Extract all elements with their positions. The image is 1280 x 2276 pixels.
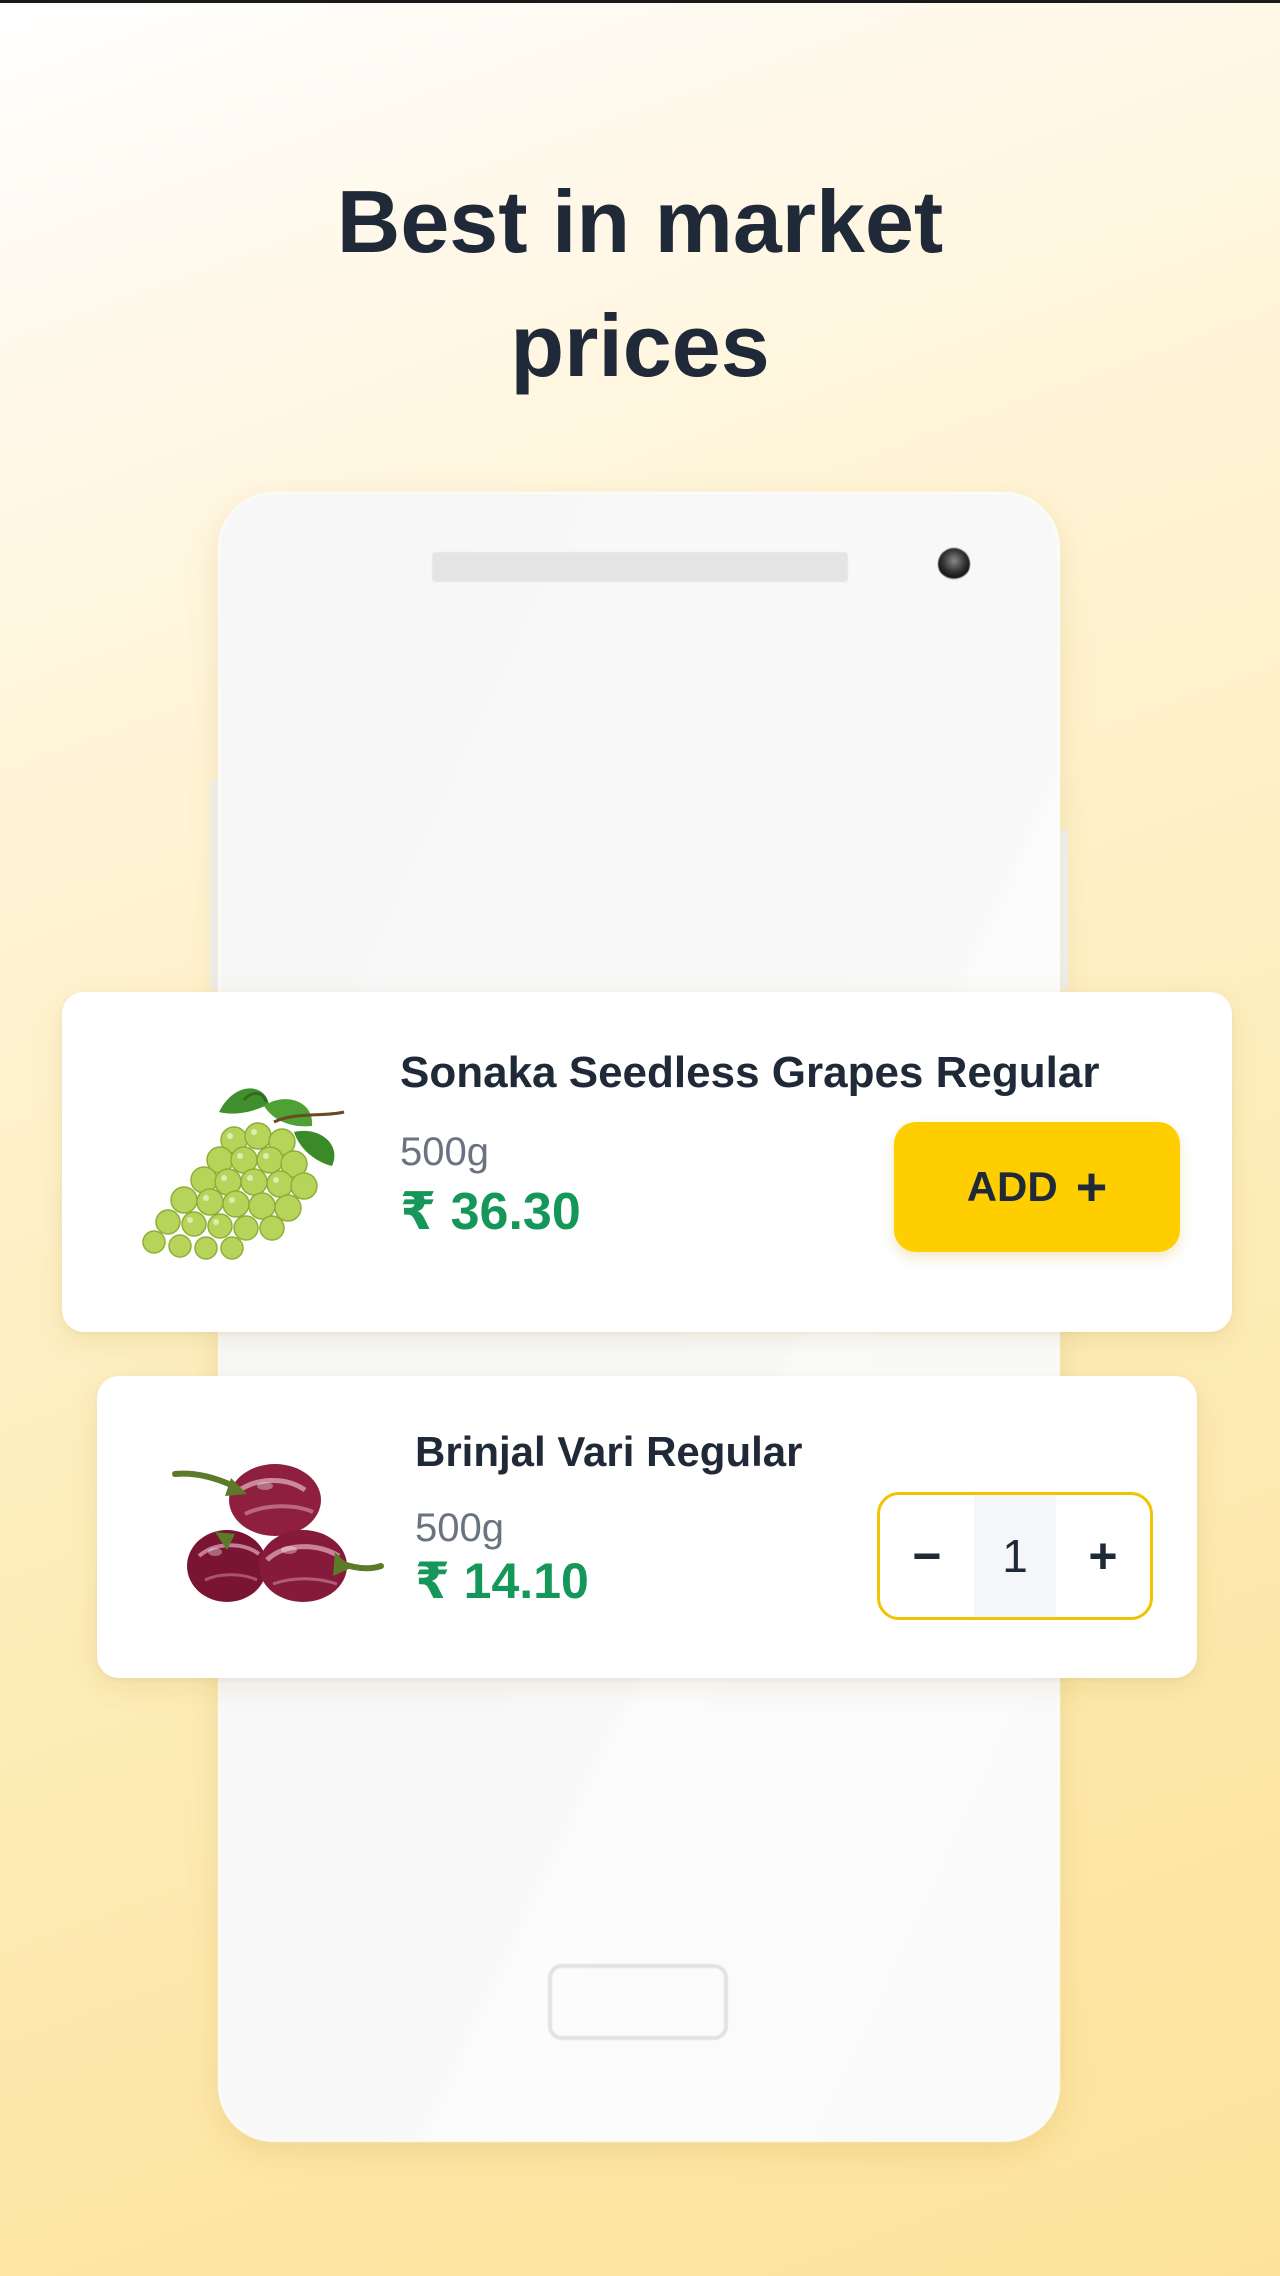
page-headline: Best in market prices <box>0 160 1280 408</box>
product-card-brinjal: Brinjal Vari Regular 500g ₹ 14.10 − 1 + <box>97 1376 1197 1678</box>
product-price: ₹ 14.10 <box>415 1553 589 1609</box>
plus-icon: + <box>1075 1157 1108 1217</box>
quantity-value: 1 <box>974 1495 1056 1617</box>
phone-home-button <box>548 1964 728 2040</box>
product-card-grapes: Sonaka Seedless Grapes Regular 500g ₹ 36… <box>62 992 1232 1332</box>
product-name: Sonaka Seedless Grapes Regular <box>400 1048 1100 1097</box>
increment-button[interactable]: + <box>1056 1495 1150 1617</box>
brinjal-image <box>155 1438 385 1618</box>
add-to-cart-button[interactable]: ADD + <box>894 1122 1180 1252</box>
add-button-label: ADD <box>966 1163 1058 1210</box>
product-price: ₹ 36.30 <box>400 1183 581 1241</box>
product-name: Brinjal Vari Regular <box>415 1428 803 1475</box>
headline-line-1: Best in market <box>336 172 944 271</box>
decrement-button[interactable]: − <box>880 1495 974 1617</box>
top-edge-bar <box>0 0 1280 3</box>
phone-camera-icon <box>938 548 970 580</box>
product-weight: 500g <box>415 1506 504 1550</box>
headline-line-2: prices <box>510 296 770 395</box>
quantity-stepper: − 1 + <box>877 1492 1153 1620</box>
product-weight: 500g <box>400 1130 489 1174</box>
phone-speaker <box>432 552 848 582</box>
grapes-image <box>124 1082 354 1262</box>
